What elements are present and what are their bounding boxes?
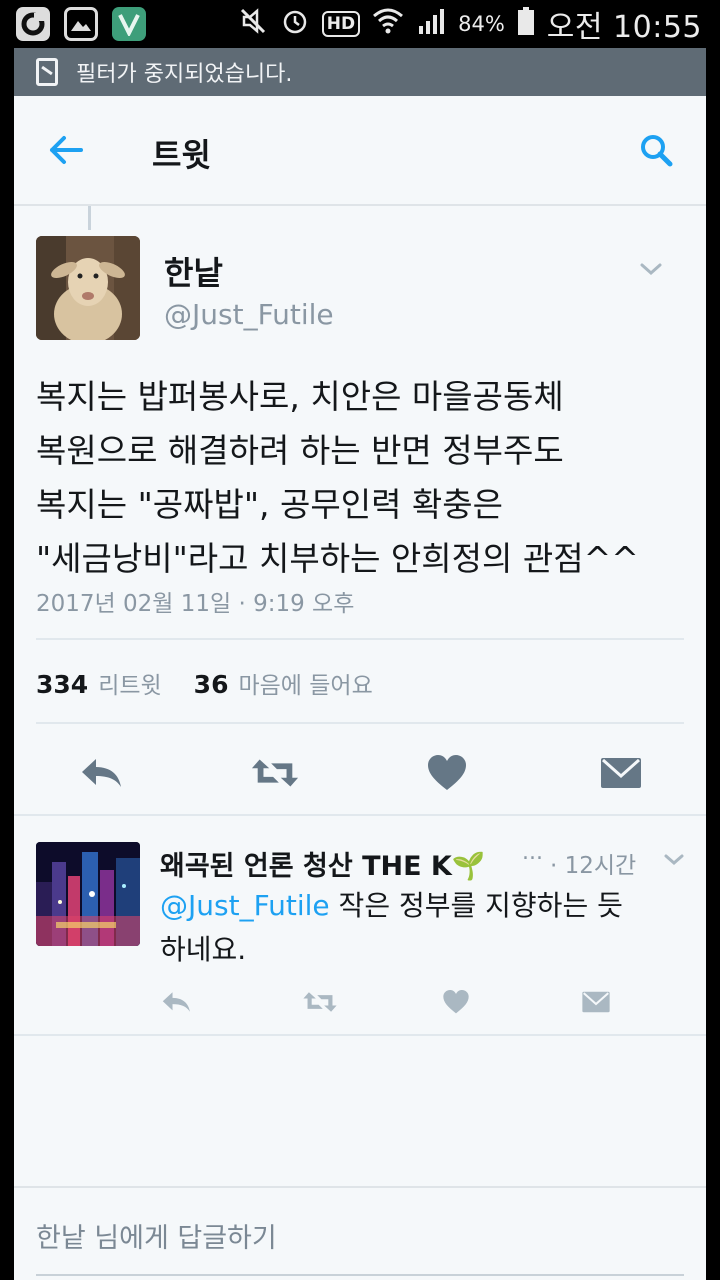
signal-icon bbox=[416, 6, 446, 43]
retweet-count[interactable]: 334 bbox=[36, 670, 88, 699]
tweet-text-line: "세금낭비"라고 치부하는 안희정의 관점^^ bbox=[36, 539, 639, 578]
reply-header: 왜곡된 언론 청산 THE K🌱 ... · 12시간 bbox=[160, 840, 690, 883]
reply-avatar[interactable] bbox=[36, 842, 140, 946]
reply-icon bbox=[82, 759, 121, 787]
tweet-timestamp: 2017년 02월 11일 · 9:19 오후 bbox=[36, 591, 355, 617]
tweet-stats: 334 리트윗 36 마음에 들어요 bbox=[36, 666, 373, 700]
notice-text: 필터가 중지되었습니다. bbox=[76, 62, 293, 87]
heart-icon bbox=[443, 990, 469, 1014]
divider bbox=[14, 814, 706, 816]
city-night-avatar-image bbox=[36, 842, 140, 946]
filter-notice[interactable]: 필터가 중지되었습니다. bbox=[14, 48, 706, 96]
tweet-text-line: 복지는 "공짜밥", 공무인력 확충은 bbox=[36, 485, 503, 524]
chevron-down-icon bbox=[664, 854, 684, 865]
back-button[interactable] bbox=[44, 128, 88, 172]
reply-menu-button[interactable] bbox=[660, 846, 688, 874]
alarm-icon bbox=[280, 6, 310, 43]
reply-text-part: 작은 정부를 지향하는 듯 bbox=[329, 889, 623, 922]
like-label[interactable]: 마음에 들어요 bbox=[238, 666, 372, 700]
retweet-icon bbox=[251, 759, 299, 787]
reply-mention-link[interactable]: @Just_Futile bbox=[160, 889, 330, 922]
search-button[interactable] bbox=[634, 128, 678, 172]
goat-avatar-image bbox=[36, 236, 140, 340]
reply-icon bbox=[162, 992, 190, 1012]
divider bbox=[36, 722, 684, 724]
arrow-left-icon bbox=[50, 136, 83, 164]
filter-off-icon bbox=[36, 58, 58, 86]
page-title: 트윗 bbox=[152, 136, 211, 174]
like-button[interactable] bbox=[422, 748, 472, 798]
retweet-icon bbox=[303, 992, 337, 1012]
reply-text: @Just_Futile 작은 정부를 지향하는 듯 하네요. bbox=[160, 884, 670, 972]
reply-like-button[interactable] bbox=[438, 984, 474, 1020]
divider bbox=[36, 638, 684, 640]
reply-compose-bar[interactable]: 한낱 님에게 답글하기 bbox=[14, 1186, 706, 1280]
reply-actions bbox=[14, 976, 706, 1026]
retweet-button[interactable] bbox=[250, 748, 300, 798]
search-icon bbox=[641, 135, 673, 167]
retweet-label[interactable]: 리트윗 bbox=[98, 666, 161, 700]
reply-button[interactable] bbox=[76, 748, 126, 798]
like-count[interactable]: 36 bbox=[194, 670, 229, 699]
mute-icon bbox=[238, 6, 268, 43]
reply-input[interactable]: 한낱 님에게 답글하기 bbox=[36, 1216, 277, 1255]
battery-icon bbox=[517, 6, 535, 43]
g-app-icon bbox=[16, 7, 50, 41]
tweet-text-line: 복지는 밥퍼봉사로, 치안은 마을공동체 bbox=[36, 377, 564, 416]
wifi-icon bbox=[372, 6, 404, 43]
tweet-text: 복지는 밥퍼봉사로, 치안은 마을공동체 복원으로 해결하려 하는 반면 정부주… bbox=[36, 370, 686, 586]
tweet-menu-button[interactable] bbox=[636, 254, 666, 284]
v-app-icon bbox=[112, 7, 146, 41]
status-left-icons bbox=[16, 6, 146, 42]
author-name[interactable]: 한낱 bbox=[164, 248, 223, 294]
envelope-icon bbox=[601, 758, 641, 788]
status-right-icons: HD 84% 오전 10:55 bbox=[238, 4, 702, 45]
status-bar: HD 84% 오전 10:55 bbox=[0, 0, 720, 48]
reply-name-ellipsis: ... bbox=[522, 840, 543, 865]
divider bbox=[14, 1034, 706, 1036]
image-icon bbox=[64, 7, 98, 41]
battery-percent: 84% bbox=[458, 12, 505, 36]
envelope-icon bbox=[582, 991, 610, 1013]
direct-message-button[interactable] bbox=[596, 748, 646, 798]
reply-timestamp: · 12시간 bbox=[550, 853, 637, 879]
reply-dm-button[interactable] bbox=[578, 984, 614, 1020]
tweet-text-line: 복원으로 해결하려 하는 반면 정부주도 bbox=[36, 431, 564, 470]
hd-voice-icon: HD bbox=[321, 11, 361, 37]
input-underline bbox=[36, 1274, 684, 1276]
reply-author-name[interactable]: 왜곡된 언론 청산 THE K🌱 bbox=[160, 844, 485, 883]
thread-connector bbox=[88, 206, 91, 230]
heart-icon bbox=[428, 755, 466, 790]
author-handle[interactable]: @Just_Futile bbox=[164, 298, 334, 331]
reply-reply-button[interactable] bbox=[158, 984, 194, 1020]
chevron-down-icon bbox=[640, 263, 662, 276]
reply-retweet-button[interactable] bbox=[302, 984, 338, 1020]
app-bar: 트윗 bbox=[14, 96, 706, 206]
app-screen: 필터가 중지되었습니다. 트윗 한낱 @Just_Futile 복지는 밥퍼봉사… bbox=[14, 48, 706, 1280]
avatar[interactable] bbox=[36, 236, 140, 340]
tweet-actions bbox=[14, 738, 706, 808]
reply-text-line: 하네요. bbox=[160, 933, 247, 966]
clock: 오전 10:55 bbox=[546, 10, 702, 45]
